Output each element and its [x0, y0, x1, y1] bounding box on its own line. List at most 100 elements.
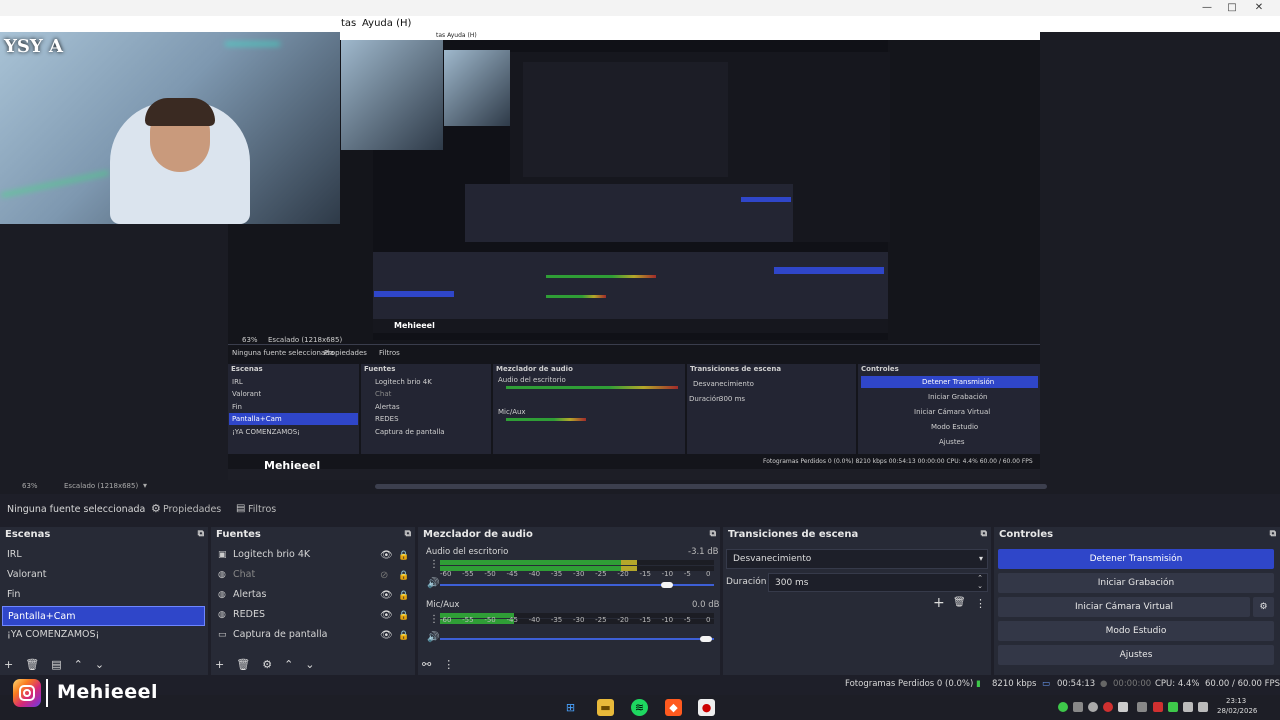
eye-icon[interactable]: 👁 [380, 590, 393, 601]
chevron-up-icon[interactable]: ⌃ [74, 658, 83, 671]
lock-icon[interactable]: 🔒 [398, 631, 409, 641]
scene-item[interactable]: ¡YA COMENZAMOS¡ [2, 625, 204, 645]
obs-app-icon[interactable]: ● [698, 699, 715, 716]
gear-icon[interactable]: ⚙ [262, 658, 272, 671]
source-label: Logitech brio 4K [233, 549, 311, 560]
nested-desktop-audio: Audio del escritorio [498, 376, 566, 384]
eye-slash-icon[interactable]: ⊘ [380, 570, 388, 581]
start-virtual-camera-button[interactable]: Iniciar Cámara Virtual [998, 597, 1250, 617]
virtual-camera-settings-button[interactable]: ⚙ [1253, 597, 1274, 617]
trash-icon[interactable]: 🗑 [953, 597, 966, 608]
undock-icon[interactable]: ⧉ [1270, 529, 1276, 539]
studio-mode-button[interactable]: Modo Estudio [998, 621, 1274, 641]
add-icon[interactable]: + [933, 595, 945, 611]
tray-icon[interactable] [1088, 702, 1098, 712]
lock-icon[interactable]: 🔒 [398, 551, 409, 561]
chevron-down-icon[interactable]: ⌄ [95, 658, 104, 671]
more-icon[interactable]: ⋮ [975, 597, 986, 610]
file-explorer-icon[interactable]: ▬ [597, 699, 614, 716]
tray-icon[interactable] [1137, 702, 1147, 712]
speaker-icon[interactable]: 🔊 [427, 578, 439, 589]
selection-label: Ninguna fuente seleccionada [7, 504, 146, 515]
filter-icon[interactable]: ▤ [51, 658, 61, 671]
trash-icon[interactable]: 🗑 [25, 658, 39, 671]
scale-label[interactable]: Escalado (1218x685) [64, 482, 138, 490]
stop-streaming-button[interactable]: Detener Transmisión [998, 549, 1274, 569]
start-recording-button[interactable]: Iniciar Grabación [998, 573, 1274, 593]
chevron-down-icon[interactable]: ⌄ [305, 658, 314, 671]
chevron-up-icon[interactable]: ⌃ [284, 658, 293, 671]
undock-icon[interactable]: ⧉ [981, 529, 987, 539]
scene-item[interactable]: Fin [2, 585, 204, 605]
eye-icon[interactable]: 👁 [380, 630, 393, 641]
filters-button[interactable]: Filtros [248, 504, 276, 515]
nested-source: Captura de pantalla [375, 428, 445, 436]
record-time: 00:00:00 [1113, 679, 1152, 689]
tray-icon[interactable] [1198, 702, 1208, 712]
lock-icon[interactable]: 🔒 [398, 571, 409, 581]
scene-item-selected[interactable]: Pantalla+Cam [2, 606, 205, 626]
menu-item-help[interactable]: Ayuda (H) [362, 18, 411, 29]
settings-button[interactable]: Ajustes [998, 645, 1274, 665]
link-icon[interactable]: ⚯ [422, 658, 431, 671]
preview-canvas[interactable]: tas Ayuda (H) Mehieeel 63% Escalado (121… [0, 32, 1280, 480]
more-icon[interactable]: ⋮ [443, 658, 454, 671]
tray-icon[interactable] [1058, 702, 1068, 712]
volume-knob[interactable] [699, 636, 712, 642]
lock-icon[interactable]: 🔒 [398, 591, 409, 601]
gear-icon[interactable]: ⚙ [151, 502, 161, 515]
preview-scrollbar[interactable] [375, 484, 1047, 489]
volume-slider[interactable] [440, 636, 714, 642]
speaker-icon[interactable]: 🔊 [427, 632, 439, 643]
chevron-down-icon: ▾ [978, 554, 983, 563]
add-icon[interactable]: + [215, 658, 224, 671]
meter-scale: -60 -55 -50 -45 -40 -35 -30 -25 -20 -15 -10 -5 0 [440, 616, 714, 626]
undock-icon[interactable]: ⧉ [198, 529, 204, 539]
clock-time[interactable]: 23:13 [1226, 697, 1246, 705]
nested-zoom: 63% [242, 336, 258, 344]
scene-item[interactable]: IRL [2, 545, 204, 565]
more-icon[interactable]: ⋮ [429, 559, 439, 570]
lock-icon[interactable]: 🔒 [398, 611, 409, 621]
transition-select[interactable]: Desvanecimiento ▾ [726, 549, 988, 569]
zoom-label[interactable]: 63% [22, 482, 38, 490]
minimize-button[interactable]: — [1195, 1, 1219, 15]
clock-date[interactable]: 28/02/2026 [1217, 707, 1257, 715]
tray-icon[interactable] [1118, 702, 1128, 712]
scenes-toolbar: + 🗑 ▤ ⌃ ⌄ [4, 658, 116, 671]
menu-item-tools[interactable]: tas [341, 18, 356, 29]
undock-icon[interactable]: ⧉ [710, 529, 716, 539]
undock-icon[interactable]: ⧉ [405, 529, 411, 539]
spotify-icon[interactable]: ≋ [631, 699, 648, 716]
nested-scene: IRL [232, 378, 243, 386]
eye-icon[interactable]: 👁 [380, 550, 393, 561]
windows-start-icon[interactable]: ⊞ [562, 699, 579, 716]
trash-icon[interactable]: 🗑 [236, 658, 250, 671]
maximize-button[interactable]: □ [1220, 1, 1244, 15]
brave-icon[interactable]: ◆ [665, 699, 682, 716]
nested-selection: Ninguna fuente seleccionada [232, 349, 334, 357]
volume-knob[interactable] [661, 582, 674, 588]
more-icon[interactable]: ⋮ [429, 614, 439, 625]
tray-icon[interactable] [1103, 702, 1113, 712]
properties-button[interactable]: Propiedades [163, 504, 221, 515]
add-icon[interactable]: + [4, 658, 13, 671]
nested-level-2-docks [465, 184, 793, 242]
scale-dropdown-icon[interactable]: ▾ [143, 481, 147, 490]
channel-name: Audio del escritorio [426, 547, 509, 557]
fps: 60.00 / 60.00 FPS [1205, 679, 1280, 689]
nested-webcam [341, 40, 443, 150]
close-button[interactable]: ✕ [1247, 1, 1271, 15]
tray-icon[interactable] [1073, 702, 1083, 712]
eye-icon[interactable]: 👁 [380, 610, 393, 621]
duration-input[interactable]: 300 ms ⌃ ⌄ [768, 573, 988, 592]
tray-icon[interactable] [1183, 702, 1193, 712]
nested-mic: Mic/Aux [498, 408, 526, 416]
tray-icon[interactable] [1153, 702, 1163, 712]
filter-icon[interactable]: ▤ [236, 503, 245, 514]
channel-db: 0.0 dB [692, 600, 720, 610]
spin-icon[interactable]: ⌃ ⌄ [977, 574, 983, 590]
tray-icon[interactable] [1168, 702, 1178, 712]
volume-slider[interactable] [440, 582, 714, 588]
scene-item[interactable]: Valorant [2, 565, 204, 585]
